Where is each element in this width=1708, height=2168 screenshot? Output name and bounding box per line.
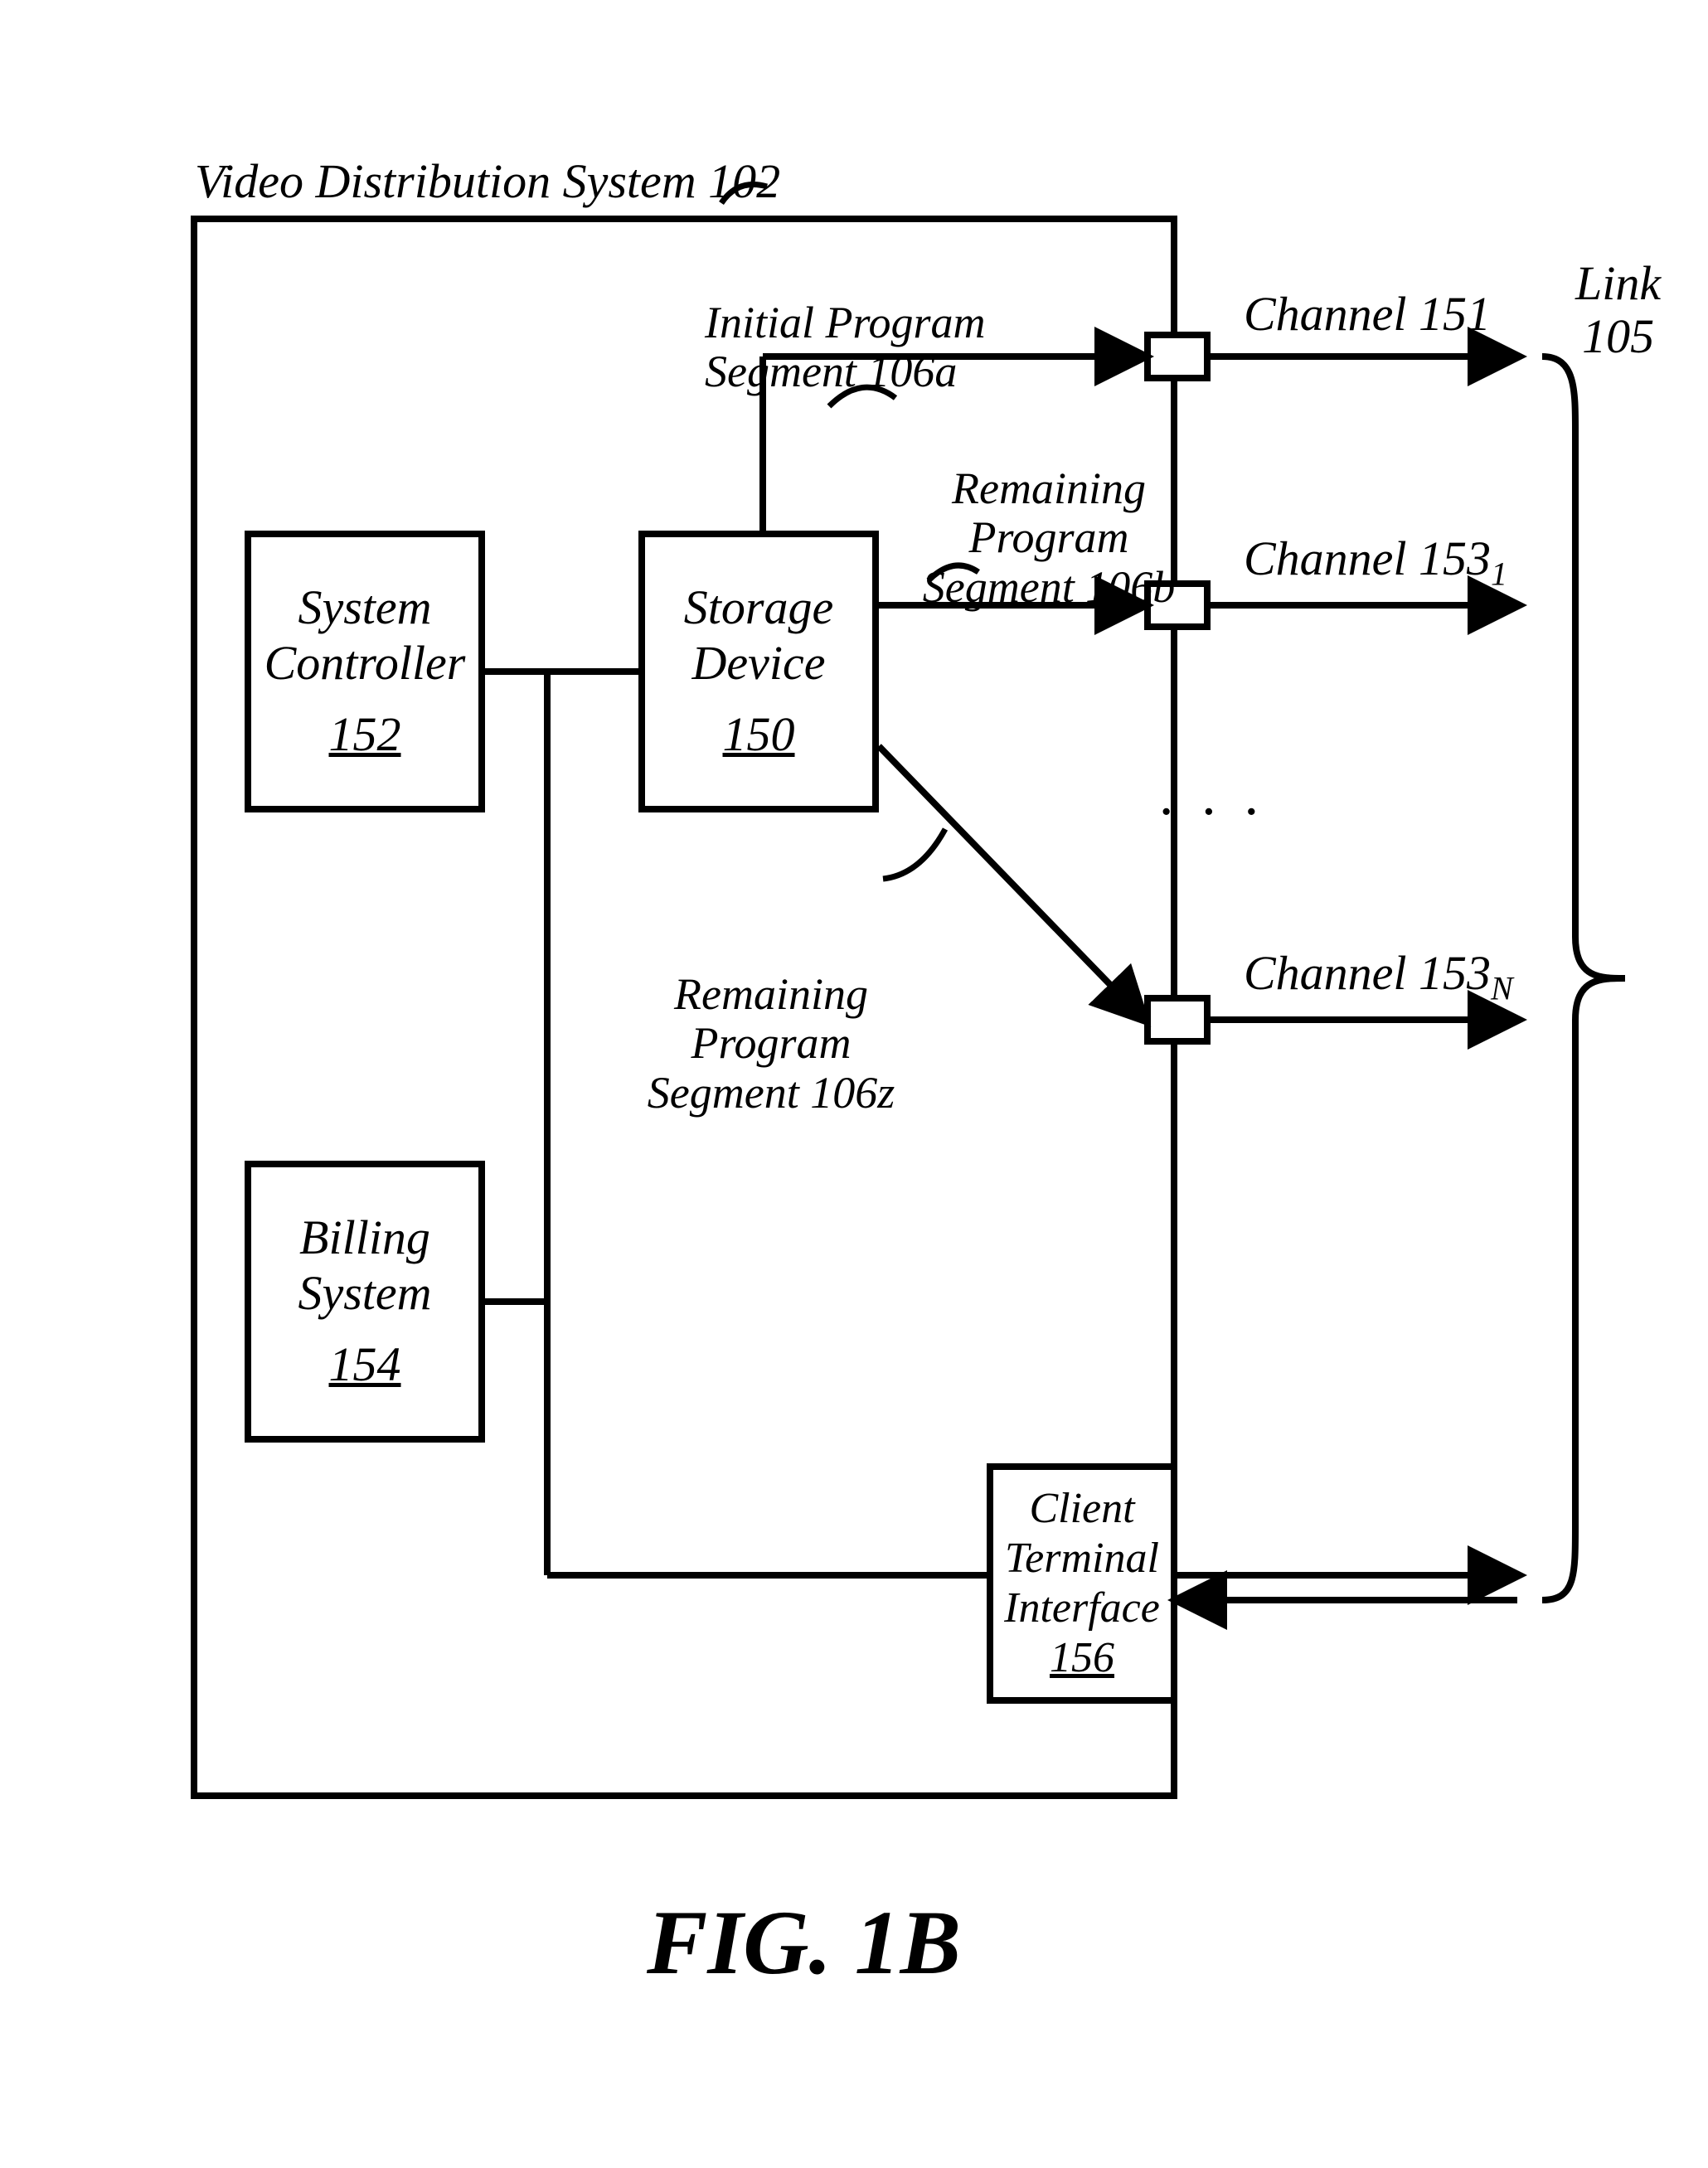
billing-system-box: Billing System 154 [245,1161,485,1443]
cti-l1: Client [1029,1484,1134,1534]
initial-segment-label: Initial Program Segment 106a [705,298,986,397]
port-channel-153-n [1144,995,1211,1045]
system-controller-l2: Controller [264,636,466,691]
link-label: Link 105 [1575,257,1661,363]
system-controller-l1: System [298,580,431,636]
billing-system-l2: System [298,1266,431,1322]
channel-153-1-label: Channel 1531 [1244,531,1507,594]
system-title: Video Distribution System 102 [195,153,780,209]
port-ellipsis: ··· [1157,779,1284,846]
billing-system-num: 154 [329,1337,401,1393]
storage-device-num: 150 [723,707,795,763]
diagram-stage: Video Distribution System 102 System Con… [0,0,1708,2168]
remaining-segment-z-label: Remaining Program Segment 106z [630,970,912,1118]
channel-151-label: Channel 151 [1244,286,1491,342]
cti-l2: Terminal [1005,1534,1159,1584]
storage-device-l1: Storage [684,580,833,636]
system-controller-box: System Controller 152 [245,531,485,812]
channel-153-n-label: Channel 153N [1244,945,1513,1008]
cti-l3: Interface [1004,1584,1160,1633]
storage-device-l2: Device [692,636,826,691]
system-controller-num: 152 [329,707,401,763]
storage-device-box: Storage Device 150 [638,531,879,812]
cti-num: 156 [1050,1633,1114,1683]
billing-system-l1: Billing [299,1210,430,1266]
port-channel-151 [1144,332,1211,381]
remaining-segment-b-label: Remaining Program Segment 106b [916,464,1182,612]
figure-caption: FIG. 1B [647,1890,961,1996]
client-terminal-interface-box: Client Terminal Interface 156 [987,1463,1177,1704]
